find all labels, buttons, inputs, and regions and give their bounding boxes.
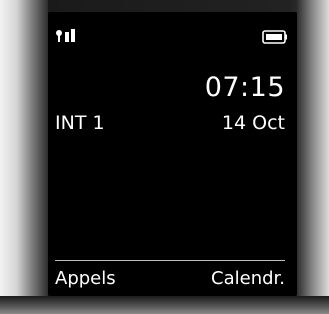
current-date: 14 Oct [221,112,285,134]
phone-device: 07:15 INT 1 14 Oct Appels Calendr. [0,0,329,314]
clock-time: 07:15 [204,72,285,103]
softkey-calendar[interactable]: Calendr. [211,268,285,289]
device-bezel-right [297,0,329,314]
softkey-divider [55,260,285,261]
battery-icon [262,30,287,44]
device-bezel-bottom [0,296,329,314]
handset-name: INT 1 [55,112,105,134]
softkey-calls[interactable]: Appels [55,268,116,289]
phone-display: 07:15 INT 1 14 Oct Appels Calendr. [48,12,297,296]
device-bezel-left [0,0,48,314]
signal-strength-icon [56,29,75,42]
